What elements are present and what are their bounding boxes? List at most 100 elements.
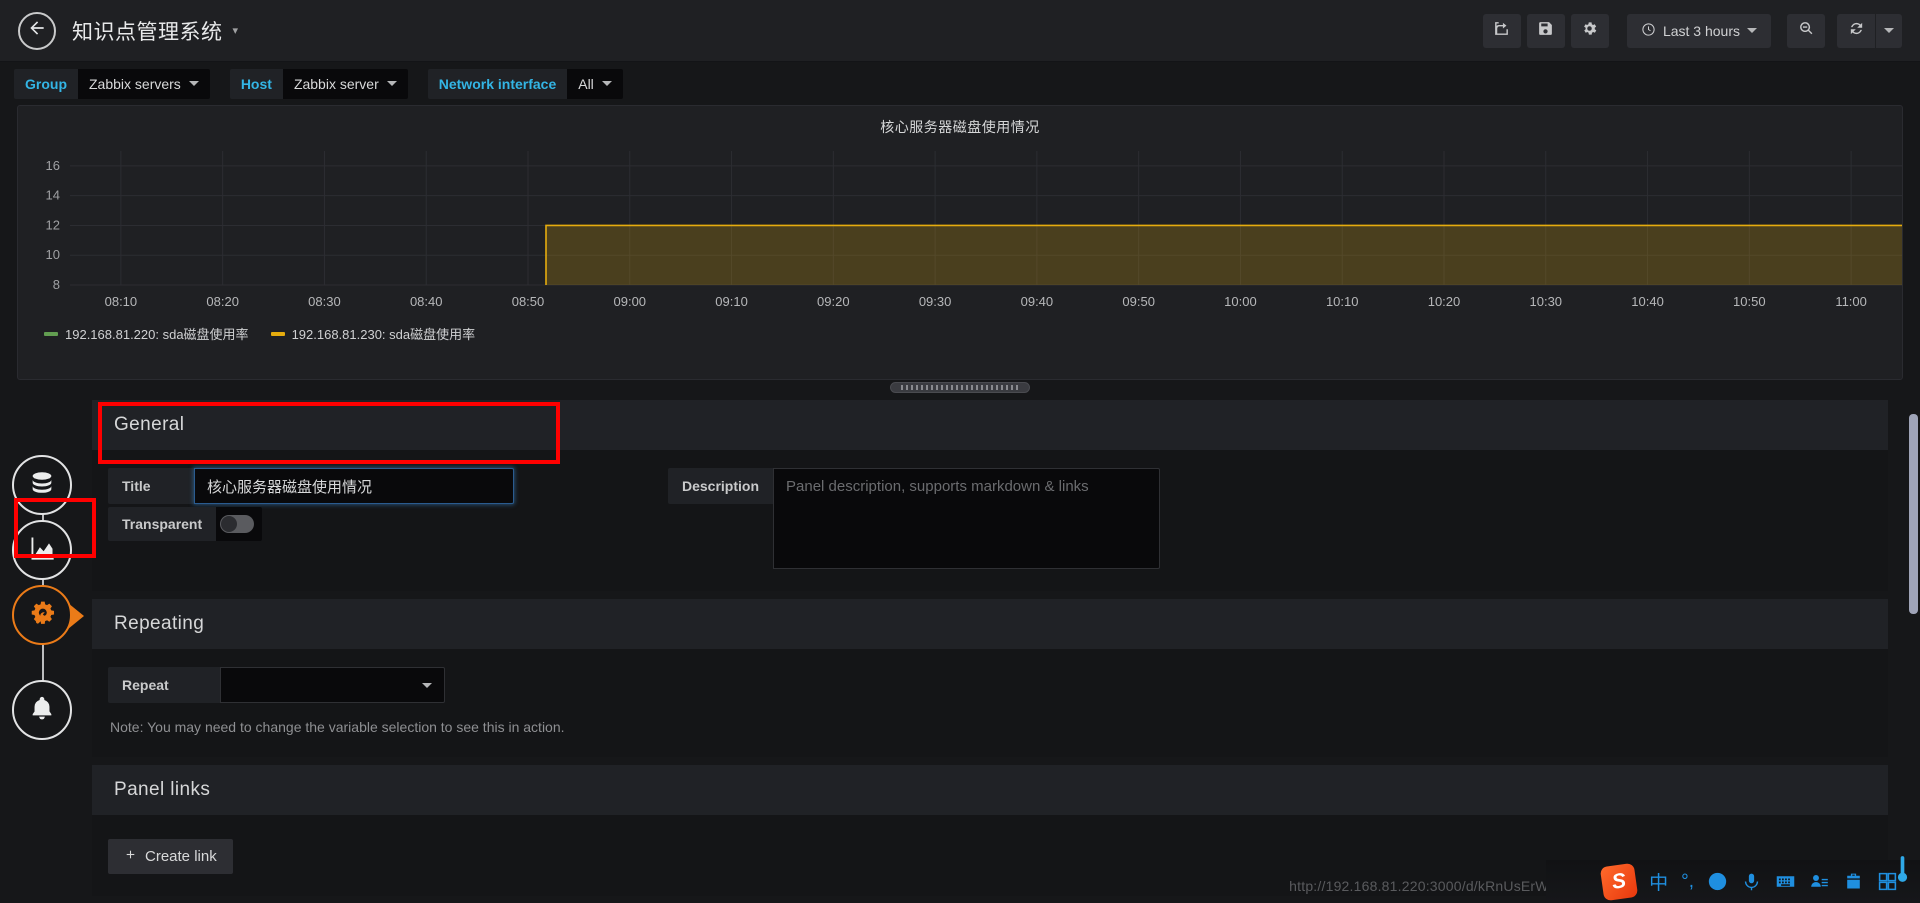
- svg-text:10:20: 10:20: [1428, 294, 1461, 309]
- sidebar-item-alert[interactable]: [12, 680, 72, 740]
- ime-logo-icon[interactable]: S: [1599, 862, 1639, 901]
- legend-color-swatch: [270, 331, 285, 336]
- svg-text:10: 10: [46, 247, 60, 262]
- topnav-actions: Last 3 hours: [1482, 13, 1920, 48]
- general-section-body: Title Transparent Description: [92, 450, 1888, 591]
- general-left-column: Title Transparent: [108, 468, 668, 541]
- svg-text:08:20: 08:20: [206, 294, 239, 309]
- svg-text:12: 12: [46, 217, 60, 232]
- legend-item[interactable]: 192.168.81.230: sda磁盘使用率: [270, 324, 476, 343]
- toggle-knob: [221, 516, 238, 532]
- ime-toolbox-icon[interactable]: [1843, 871, 1864, 892]
- dashboard-title-caret[interactable]: ▾: [233, 24, 239, 37]
- sidebar-item-queries[interactable]: [12, 455, 72, 515]
- options-scrollbar[interactable]: [1909, 414, 1918, 903]
- ime-more-icon[interactable]: [1877, 871, 1898, 892]
- refresh-interval-dropdown[interactable]: [1876, 13, 1902, 48]
- ime-punctuation-icon[interactable]: °,: [1681, 871, 1694, 893]
- chevron-down-icon: [1884, 28, 1894, 33]
- ime-emoji-icon[interactable]: [1707, 871, 1728, 892]
- chevron-down-icon: [422, 682, 432, 688]
- panel-title-label: Title: [108, 468, 194, 504]
- svg-text:16: 16: [46, 158, 60, 173]
- save-icon: [1537, 20, 1554, 42]
- panel-title-field: Title: [108, 468, 668, 504]
- arrow-left-circle-icon: [27, 18, 47, 43]
- svg-text:09:00: 09:00: [614, 294, 647, 309]
- ime-thermometer-icon: [1897, 856, 1908, 882]
- svg-text:08:40: 08:40: [410, 294, 443, 309]
- svg-text:11:00: 11:00: [1835, 294, 1867, 309]
- zoom-out-button[interactable]: [1787, 13, 1825, 48]
- legend-color-swatch: [44, 331, 58, 336]
- sidebar-item-visualization[interactable]: [12, 520, 72, 580]
- refresh-icon: [1848, 20, 1865, 42]
- repeat-note: Note: You may need to change the variabl…: [110, 719, 565, 735]
- dashboard-title[interactable]: 知识点管理系统: [72, 16, 223, 46]
- ime-keyboard-icon[interactable]: [1775, 871, 1796, 892]
- panel-options-pane: General Title Transparent: [92, 400, 1888, 903]
- database-icon: [28, 469, 56, 502]
- svg-text:10:00: 10:00: [1224, 294, 1257, 309]
- svg-text:09:10: 09:10: [715, 294, 748, 309]
- create-link-button[interactable]: Create link: [108, 839, 233, 874]
- plus-icon: [124, 848, 137, 865]
- panel-description-field: Description: [668, 468, 1161, 569]
- area-chart-icon: [28, 534, 56, 567]
- time-range-picker[interactable]: Last 3 hours: [1626, 13, 1771, 48]
- variable-group-label: Group: [14, 68, 78, 99]
- top-navbar: 知识点管理系统 ▾ Last 3 hours: [0, 0, 1920, 62]
- variable-network-interface-select[interactable]: All: [567, 68, 623, 99]
- panel-editor-rail: [12, 455, 84, 745]
- repeating-section-heading: Repeating: [92, 599, 1888, 649]
- legend-label: 192.168.81.220: sda磁盘使用率: [65, 327, 249, 342]
- save-dashboard-button[interactable]: [1526, 13, 1565, 48]
- back-button[interactable]: [18, 11, 56, 50]
- graph-legend: 192.168.81.220: sda磁盘使用率 192.168.81.230:…: [18, 324, 1902, 343]
- variable-group-value: Zabbix servers: [89, 75, 181, 92]
- chevron-down-icon: [1747, 28, 1757, 33]
- transparent-field: Transparent: [108, 507, 668, 541]
- refresh-button[interactable]: [1837, 13, 1875, 48]
- sidebar-item-general[interactable]: [12, 585, 72, 645]
- zoom-out-icon: [1798, 20, 1815, 42]
- gear-wrench-icon: [28, 599, 56, 632]
- ime-toolbar: S 中 °,: [1546, 856, 1920, 903]
- variable-host-label: Host: [229, 68, 283, 99]
- variable-network-interface-value: All: [578, 75, 594, 92]
- chevron-down-icon: [601, 81, 612, 86]
- legend-label: 192.168.81.230: sda磁盘使用率: [291, 327, 476, 342]
- transparent-toggle[interactable]: [216, 507, 263, 541]
- ime-lang-icon[interactable]: 中: [1649, 868, 1668, 895]
- svg-text:09:20: 09:20: [817, 294, 850, 309]
- repeat-select[interactable]: [220, 667, 445, 703]
- svg-text:09:40: 09:40: [1021, 294, 1054, 309]
- panel-resize-handle[interactable]: [890, 382, 1030, 393]
- graph-panel: 核心服务器磁盘使用情况 8 10 12 14 16 08:10 08:20 08:30 08:4…: [17, 105, 1903, 380]
- panel-title-input[interactable]: [194, 468, 514, 504]
- general-fields-row: Title Transparent Description: [108, 468, 1872, 569]
- graph-svg: 8 10 12 14 16 08:10 08:20 08:30 08:40 08:50 09:00 0…: [46, 151, 1902, 309]
- panel-description-textarea[interactable]: [773, 468, 1161, 569]
- chevron-down-icon: [188, 81, 199, 86]
- panel-links-section-heading: Panel links: [92, 765, 1888, 815]
- legend-item[interactable]: 192.168.81.220: sda磁盘使用率: [44, 324, 249, 343]
- svg-text:10:50: 10:50: [1733, 294, 1766, 309]
- scrollbar-thumb[interactable]: [1909, 414, 1918, 614]
- repeating-section-body: Repeat Note: You may need to change the …: [92, 649, 1888, 757]
- gear-icon: [1581, 20, 1598, 42]
- variable-host-select[interactable]: Zabbix server: [282, 68, 408, 99]
- refresh-control-group: [1837, 13, 1902, 48]
- graph-plot-area[interactable]: 8 10 12 14 16 08:10 08:20 08:30 08:40 08:50 09:00 0…: [18, 143, 1902, 318]
- variable-group-select[interactable]: Zabbix servers: [78, 68, 210, 99]
- variable-host-value: Zabbix server: [293, 75, 379, 92]
- ime-user-icon[interactable]: [1809, 871, 1830, 892]
- variable-group: Group Zabbix servers: [14, 68, 210, 99]
- share-dashboard-button[interactable]: [1482, 13, 1521, 48]
- ime-voice-icon[interactable]: [1741, 871, 1762, 892]
- bell-icon: [28, 694, 56, 727]
- general-section-heading: General: [92, 400, 1888, 450]
- toggle-track-pill: [220, 515, 255, 533]
- variable-network-interface: Network interface All: [427, 68, 623, 99]
- dashboard-settings-button[interactable]: [1570, 13, 1609, 48]
